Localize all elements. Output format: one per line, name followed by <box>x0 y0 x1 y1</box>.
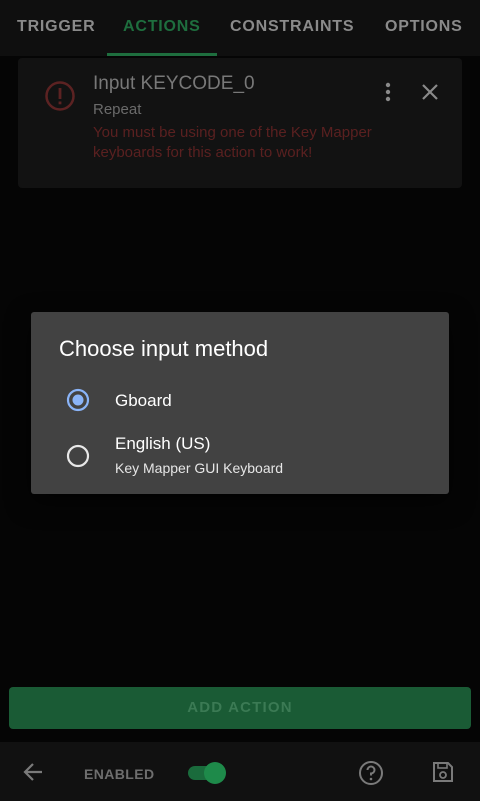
option-label: English (US) <box>115 434 211 453</box>
more-vert-icon[interactable] <box>380 80 396 104</box>
tab-options[interactable]: OPTIONS <box>385 18 463 36</box>
enabled-label: ENABLED <box>84 766 155 782</box>
tab-trigger[interactable]: TRIGGER <box>17 18 96 36</box>
tab-bar: TRIGGER ACTIONS CONSTRAINTS OPTIONS <box>0 0 480 56</box>
save-icon[interactable] <box>432 761 454 783</box>
input-method-dialog: Choose input method Gboard English (US) … <box>31 312 449 494</box>
back-arrow-icon[interactable] <box>22 761 44 783</box>
option-sublabel: Key Mapper GUI Keyboard <box>115 460 284 476</box>
action-title: Input KEYCODE_0 <box>93 73 255 94</box>
radio-selected-icon[interactable] <box>66 388 90 412</box>
tab-actions[interactable]: ACTIONS <box>123 18 201 36</box>
dialog-title: Choose input method <box>59 336 269 361</box>
toggle-thumb <box>204 762 226 784</box>
radio-unselected-icon[interactable] <box>66 444 90 468</box>
action-error-message: You must be using one of the Key Mapper … <box>93 124 372 161</box>
help-icon[interactable] <box>358 760 384 786</box>
option-english-us[interactable]: English (US) Key Mapper GUI Keyboard <box>31 430 449 482</box>
add-action-button[interactable]: ADD ACTION <box>9 687 471 729</box>
bottom-app-bar: ENABLED <box>0 742 480 801</box>
tab-constraints[interactable]: CONSTRAINTS <box>230 18 354 36</box>
option-gboard[interactable]: Gboard <box>31 382 449 422</box>
error-alert-icon <box>44 80 76 112</box>
action-subtitle: Repeat <box>93 101 142 118</box>
option-label: Gboard <box>115 391 172 410</box>
action-card[interactable]: Input KEYCODE_0 Repeat You must be using… <box>18 58 462 188</box>
close-icon[interactable] <box>418 80 442 104</box>
enabled-toggle[interactable] <box>186 762 226 784</box>
